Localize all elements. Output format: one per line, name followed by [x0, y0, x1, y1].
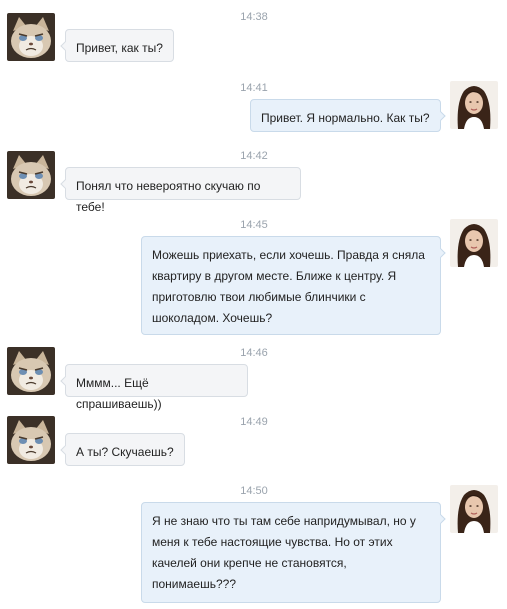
- message-bubble-incoming: Понял что невероятно скучаю по тебе!: [65, 167, 301, 214]
- cat-avatar-icon[interactable]: [7, 13, 55, 61]
- message-bubble-incoming: А ты? Скучаешь?: [65, 433, 185, 466]
- cat-avatar-icon[interactable]: [7, 347, 55, 395]
- woman-avatar-icon[interactable]: [450, 81, 498, 129]
- message-timestamp: 14:45: [240, 219, 268, 231]
- woman-avatar-icon[interactable]: [450, 219, 498, 267]
- cat-avatar-icon[interactable]: [7, 151, 55, 199]
- message-timestamp: 14:50: [240, 485, 268, 497]
- message-bubble-outgoing: Можешь приехать, если хочешь. Правда я с…: [141, 236, 441, 335]
- message-bubble-incoming: Мммм... Ещё спрашиваешь)): [65, 364, 248, 411]
- message-bubble-outgoing: Привет. Я нормально. Как ты?: [250, 99, 441, 132]
- message-timestamp: 14:41: [240, 82, 268, 94]
- message-bubble-incoming: Привет, как ты?: [65, 29, 174, 62]
- message-timestamp: 14:42: [240, 150, 268, 162]
- message-bubble-outgoing: Я не знаю что ты там себе напридумывал, …: [141, 502, 441, 603]
- message-timestamp: 14:46: [240, 347, 268, 359]
- message-timestamp: 14:49: [240, 416, 268, 428]
- message-timestamp: 14:38: [240, 11, 268, 23]
- chat-thread: 14:38 Привет, как ты? 14:41 Привет. Я но…: [0, 0, 507, 609]
- woman-avatar-icon[interactable]: [450, 485, 498, 533]
- cat-avatar-icon[interactable]: [7, 416, 55, 464]
